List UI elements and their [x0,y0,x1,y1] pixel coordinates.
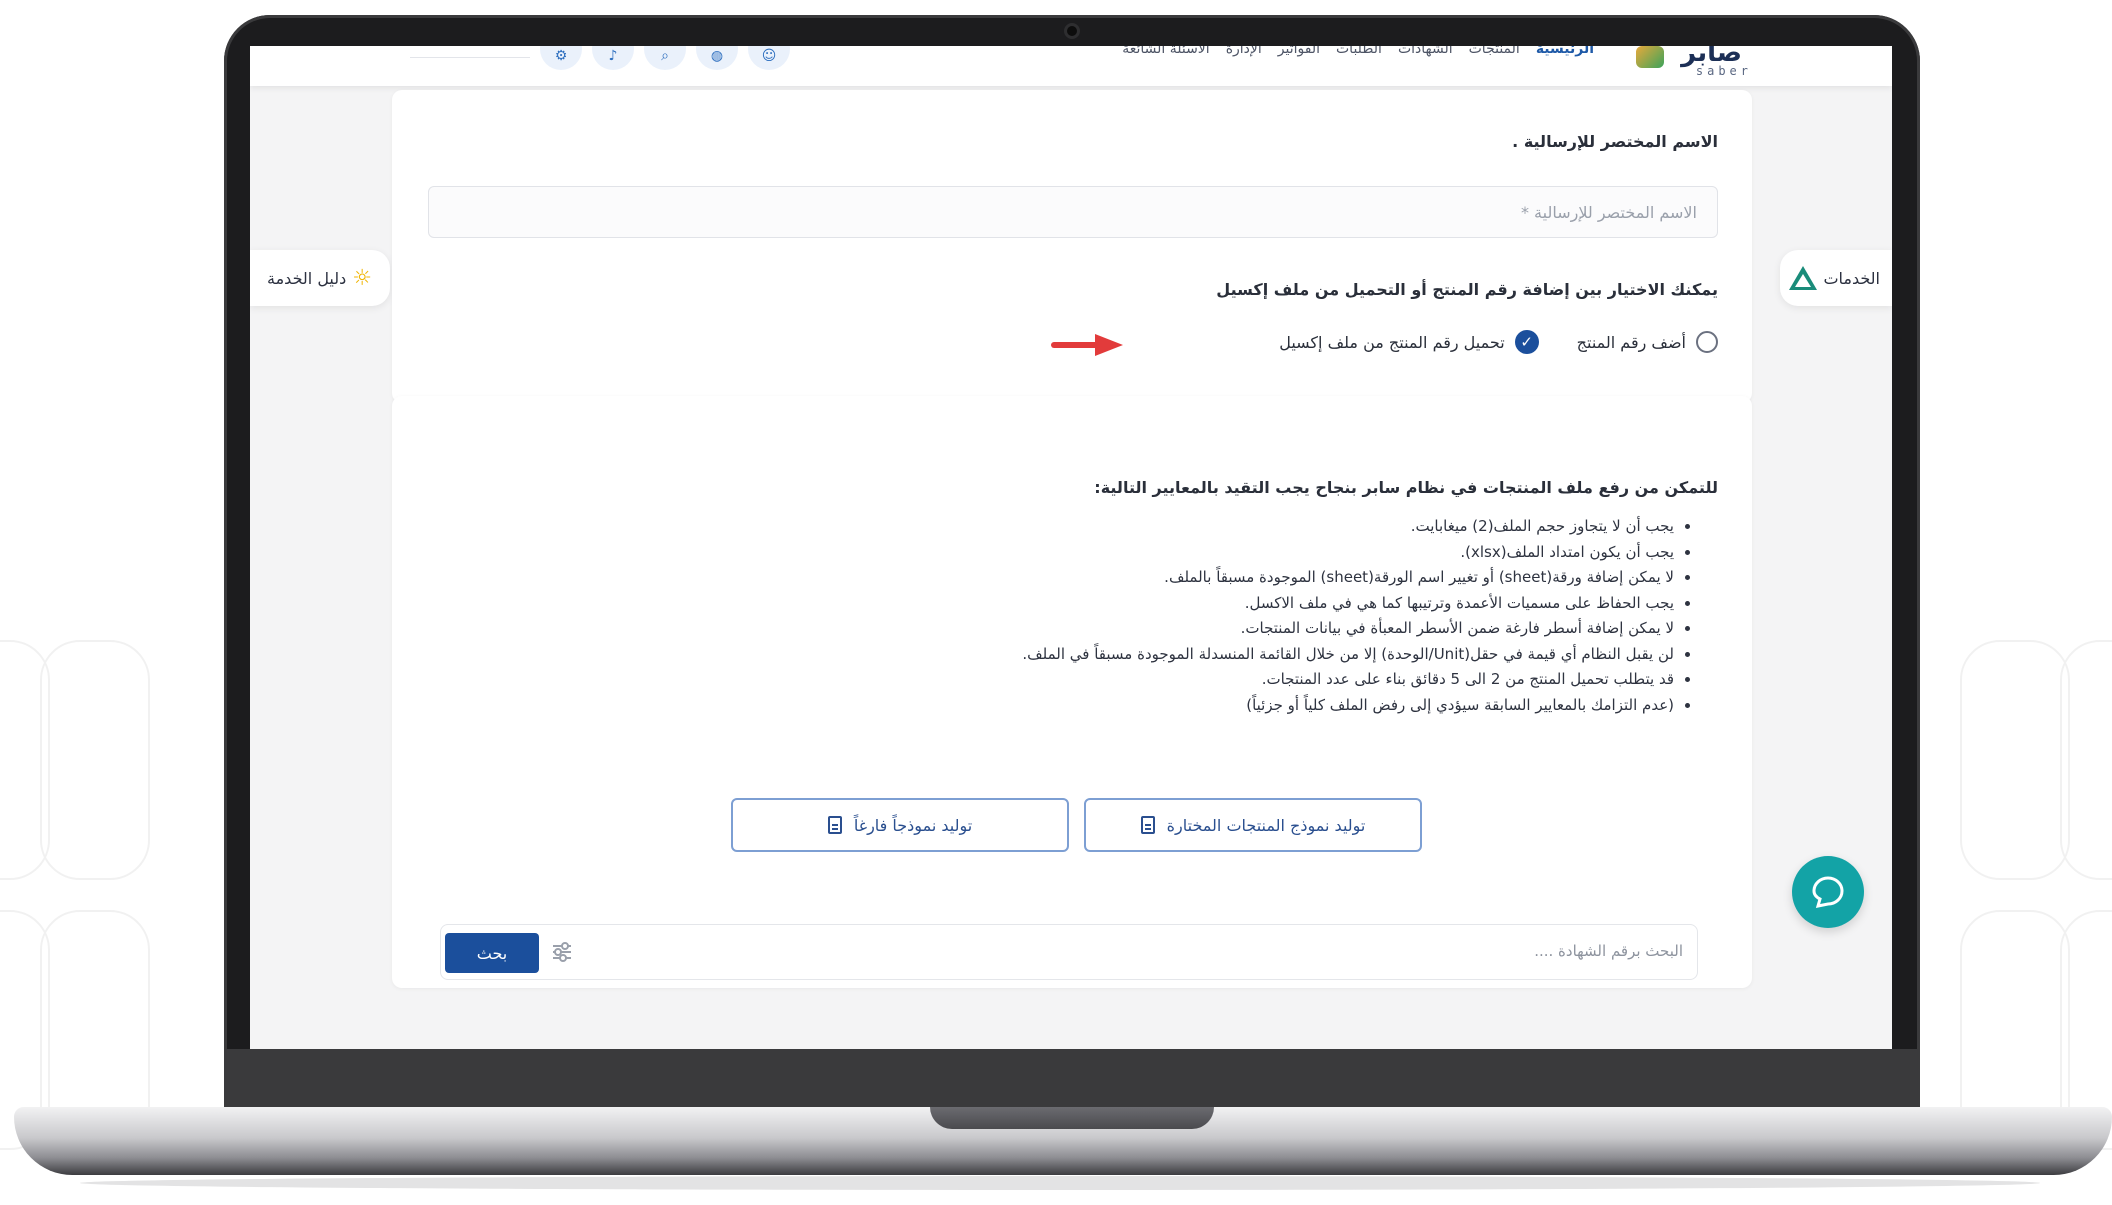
requirement-item: يجب أن لا يتجاوز حجم الملف(2) ميغابايت. [1022,514,1674,539]
requirement-item: لن يقبل النظام أي قيمة في حقل(Unit/الوحد… [1022,642,1674,667]
option-upload-excel[interactable]: ✓ تحميل رقم المنتج من ملف إكسيل [1279,330,1539,354]
camera-icon [1064,23,1080,39]
nav-administration[interactable]: الإدارة [1226,46,1262,57]
requirement-item: لا يمكن إضافة ورقة(sheet) أو تغيير اسم ا… [1022,565,1674,590]
requirement-item: يجب الحفاظ على مسميات الأعمدة وترتيبها ك… [1022,591,1674,616]
nav-requests[interactable]: الطلبات [1336,46,1382,57]
bell-icon[interactable]: ♪ [592,46,634,70]
chat-bubble-icon [1812,876,1844,908]
nav-home[interactable]: الرئيسية [1536,46,1594,57]
option-upload-excel-label: تحميل رقم المنتج من ملف إكسيل [1279,332,1505,352]
red-arrow-icon [1051,334,1123,356]
nav-invoices[interactable]: الفواتير [1278,46,1320,57]
option-add-product-number-label: أضف رقم المنتج [1576,332,1686,352]
upload-requirements-card: للتمكن من رفع ملف المنتجات في نظام سابر … [392,396,1752,988]
requirement-item: لا يمكن إضافة أسطر فارغة ضمن الأسطر المع… [1022,616,1674,641]
shipment-name-placeholder: الاسم المختصر للإرسالية * [1520,203,1697,222]
requirements-title: للتمكن من رفع ملف المنتجات في نظام سابر … [1094,478,1718,497]
generate-empty-template-label: توليد نموذجاً فارغاً [853,815,973,835]
logo-latin-text: saber [1695,64,1752,78]
product-entry-choice-label: يمكنك الاختيار بين إضافة رقم المنتج أو ا… [1216,280,1718,299]
radio-checked-icon[interactable]: ✓ [1514,330,1539,354]
requirement-item: يجب أن يكون امتداد الملف(xlsx). [1022,540,1674,565]
lightbulb-icon: ☼ [352,265,372,291]
toolbar-search-field[interactable] [410,46,530,58]
saber-logo[interactable]: صابر saber [1624,46,1752,78]
shipment-details-card: الاسم المختصر للإرسالية . الاسم المختصر … [392,90,1752,403]
user-icon[interactable]: ☺ [748,46,790,70]
services-label: الخدمات [1823,268,1880,288]
top-navigation-bar: صابر saber الرئيسية المنتجات الشهادات ال… [250,46,1892,86]
search-button[interactable]: بحث [445,933,539,973]
filter-sliders-icon[interactable] [551,941,573,963]
globe-icon[interactable]: ◍ [696,46,738,70]
nav-certificates[interactable]: الشهادات [1398,46,1453,57]
main-nav: الرئيسية المنتجات الشهادات الطلبات الفوا… [1122,46,1594,57]
certificate-search-input[interactable]: البحث برقم الشهادة .... [1534,942,1683,960]
settings-icon[interactable]: ⚙ [540,46,582,70]
requirements-list: يجب أن لا يتجاوز حجم الملف(2) ميغابايت. … [1022,514,1692,718]
generate-selected-template-label: توليد نموذج المنتجات المختارة [1166,815,1366,835]
services-triangle-icon [1789,266,1818,290]
generate-empty-template-button[interactable]: توليد نموذجاً فارغاً [731,798,1069,852]
radio-unchecked-icon[interactable] [1696,331,1718,353]
generate-selected-template-button[interactable]: توليد نموذج المنتجات المختارة [1084,798,1422,852]
laptop-shadow [80,1176,2040,1190]
document-icon [827,816,842,834]
certificate-search-bar: البحث برقم الشهادة .... بحث [440,924,1698,980]
nav-products[interactable]: المنتجات [1469,46,1520,57]
chat-support-button[interactable] [1792,856,1864,928]
laptop-hinge-notch [930,1107,1214,1129]
requirement-item: قد يتطلب تحميل المنتج من 2 الى 5 دقائق ب… [1022,667,1674,692]
requirement-item: (عدم التزامك بالمعايير السابقة سيؤدي إلى… [1022,693,1674,718]
toolbar-icons: ☺ ◍ ⌕ ♪ ⚙ [540,46,790,70]
search-icon[interactable]: ⌕ [644,46,686,70]
service-guide-tab[interactable]: ☼ دليل الخدمة [250,250,390,306]
shipment-name-input[interactable]: الاسم المختصر للإرسالية * [428,186,1718,238]
service-guide-label: دليل الخدمة [267,268,347,288]
product-entry-options: أضف رقم المنتج ✓ تحميل رقم المنتج من ملف… [1279,330,1718,354]
shipment-name-label: الاسم المختصر للإرسالية . [1512,132,1718,151]
document-icon [1140,816,1155,834]
services-tab[interactable]: الخدمات [1780,250,1892,306]
logo-mark-icon [1636,46,1664,68]
laptop-screen: صابر saber الرئيسية المنتجات الشهادات ال… [250,46,1892,1049]
laptop-chin [224,1049,1920,1107]
option-add-product-number[interactable]: أضف رقم المنتج [1577,331,1718,353]
nav-faq[interactable]: الأسئلة الشائعة [1122,46,1210,57]
